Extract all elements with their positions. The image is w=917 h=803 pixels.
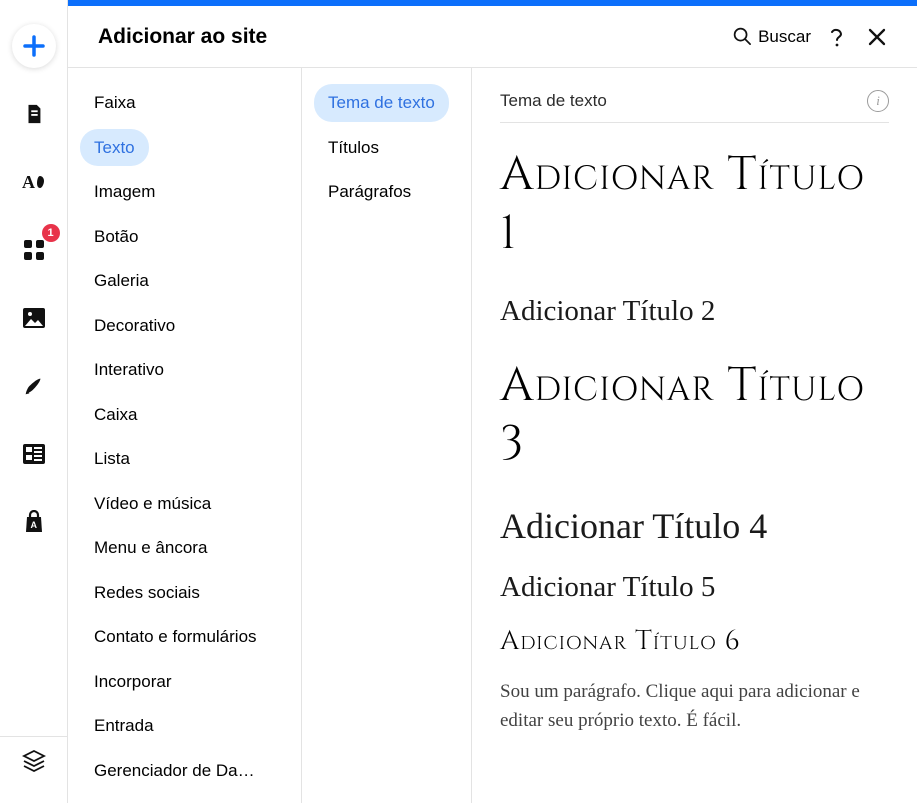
subcategory-item[interactable]: Parágrafos [314,173,425,211]
panel-header: Adicionar ao site Buscar [68,6,917,68]
category-item[interactable]: Texto [80,129,149,167]
bag-icon: A [23,510,45,534]
preview-header: Tema de texto i [500,90,889,123]
category-item[interactable]: Contato e formulários [80,618,271,656]
layout-button[interactable] [12,432,56,476]
site-design-button[interactable]: A [12,160,56,204]
help-icon [830,27,844,47]
blog-button[interactable] [12,364,56,408]
preview-heading-5[interactable]: Adicionar Título 5 [500,571,889,604]
help-button[interactable] [817,17,857,57]
svg-text:A: A [22,172,35,192]
category-item[interactable]: Gerenciador de Da… [80,752,269,790]
category-item[interactable]: Caixa [80,396,151,434]
preview-heading-3[interactable]: Adicionar Título 3 [500,358,889,476]
category-item[interactable]: Imagem [80,173,169,211]
info-button[interactable]: i [867,90,889,112]
preview-heading-4[interactable]: Adicionar Título 4 [500,505,889,547]
preview-column: Tema de texto i Adicionar Título 1 Adici… [472,68,917,803]
category-item[interactable]: Menu e âncora [80,529,221,567]
info-icon: i [876,93,880,109]
layers-button[interactable] [12,743,56,779]
preview-heading-6[interactable]: Adicionar Título 6 [500,624,889,660]
pages-button[interactable] [12,92,56,136]
search-label: Buscar [758,27,811,47]
category-item[interactable]: Blog [80,796,142,803]
svg-text:A: A [30,520,37,530]
leftbar-bottom [0,736,68,803]
panel-body: Faixa Texto Imagem Botão Galeria Decorativo In… [68,68,917,803]
image-icon [23,308,45,328]
subcategory-item[interactable]: Títulos [314,129,393,167]
category-item[interactable]: Redes sociais [80,574,214,612]
badge-count: 1 [42,224,60,242]
category-item[interactable]: Faixa [80,84,150,122]
category-item[interactable]: Incorporar [80,663,185,701]
category-item[interactable]: Lista [80,440,144,478]
left-toolbar: A 1 A [0,0,68,803]
subcategory-list: Tema de texto Títulos Parágrafos [302,68,472,803]
category-list: Faixa Texto Imagem Botão Galeria Decorativo In… [68,68,302,803]
grid-icon [23,239,45,261]
pen-icon [23,375,45,397]
category-item[interactable]: Decorativo [80,307,189,345]
add-panel: Adicionar ao site Buscar Faixa Texto Image… [68,6,917,803]
layout-icon [23,444,45,464]
preview-section-title: Tema de texto [500,91,607,111]
preview-heading-1[interactable]: Adicionar Título 1 [500,147,889,265]
plus-icon [23,35,45,57]
search-button[interactable]: Buscar [727,23,817,51]
close-icon [868,28,886,46]
preview-heading-2[interactable]: Adicionar Título 2 [500,295,889,328]
add-button[interactable] [12,24,56,68]
category-item[interactable]: Entrada [80,707,168,745]
preview-paragraph-1[interactable]: Sou um parágrafo. Clique aqui para adici… [500,678,889,735]
close-button[interactable] [857,17,897,57]
subcategory-item[interactable]: Tema de texto [314,84,449,122]
category-item[interactable]: Interativo [80,351,178,389]
category-item[interactable]: Vídeo e música [80,485,225,523]
media-button[interactable] [12,296,56,340]
search-icon [733,27,752,46]
category-item[interactable]: Botão [80,218,152,256]
app-market-button[interactable]: 1 [12,228,56,272]
layers-icon [22,750,46,772]
category-item[interactable]: Galeria [80,262,163,300]
page-icon [23,103,45,125]
design-icon: A [22,171,46,193]
store-button[interactable]: A [12,500,56,544]
panel-title: Adicionar ao site [98,25,717,49]
